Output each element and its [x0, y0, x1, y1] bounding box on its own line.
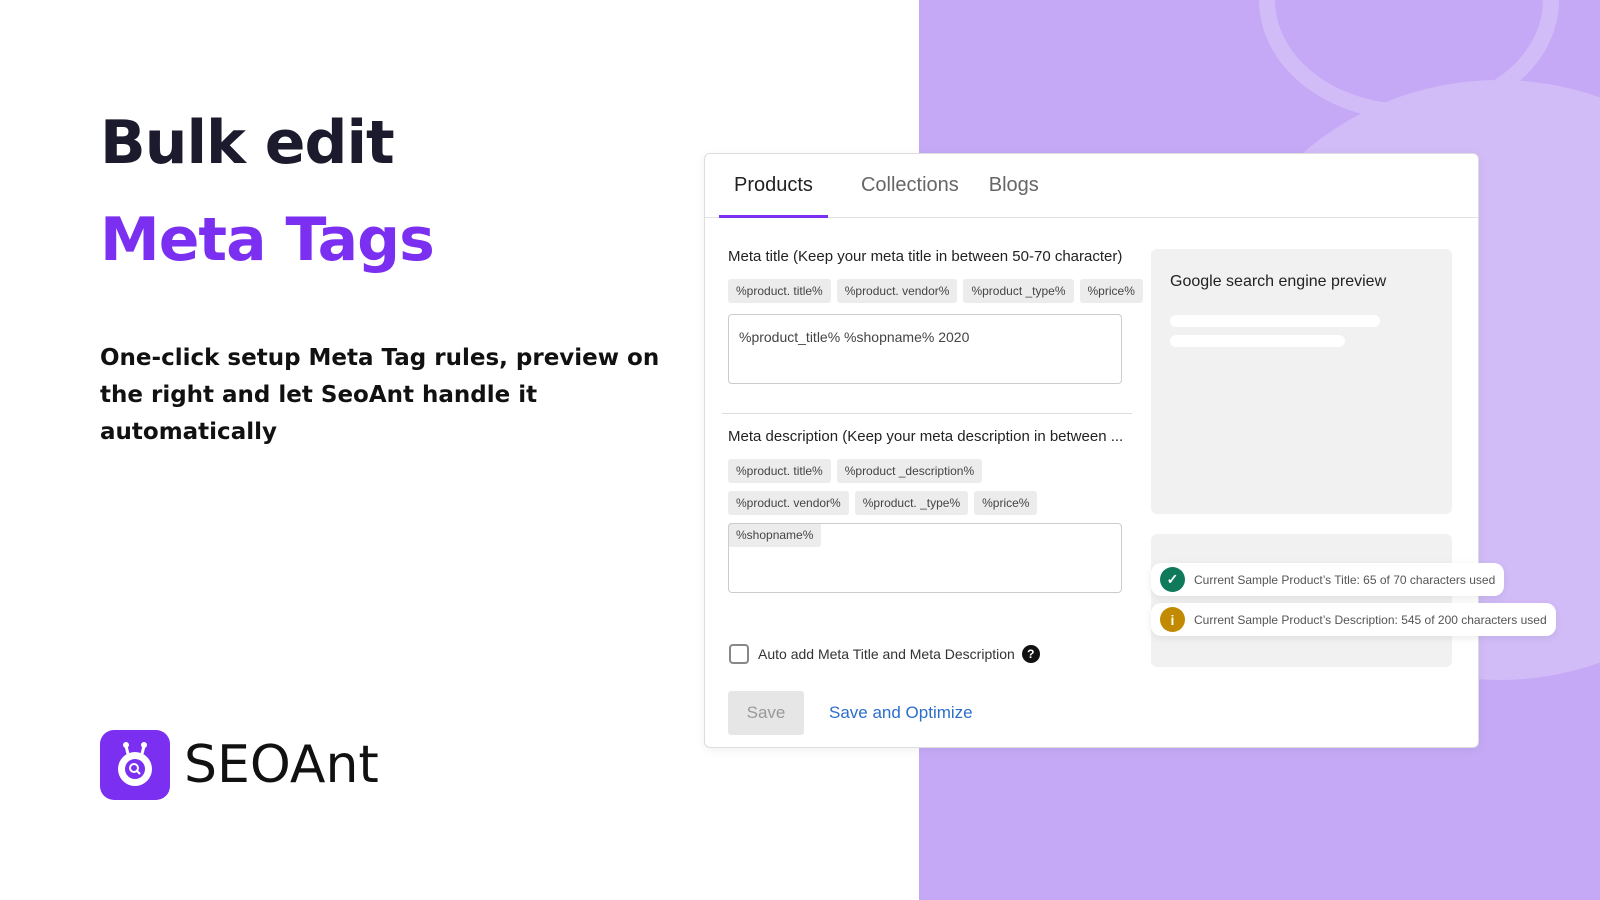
auto-add-option[interactable]: Auto add Meta Title and Meta Description…	[729, 644, 1040, 664]
headline: Bulk edit	[100, 108, 395, 178]
meta-description-input[interactable]	[728, 523, 1122, 593]
variable-chip[interactable]: %product. _type%	[854, 491, 969, 515]
variable-chip[interactable]: %product _type%	[963, 279, 1074, 303]
google-preview: Google search engine preview	[1151, 249, 1452, 514]
subtitle: One-click setup Meta Tag rules, preview …	[100, 345, 660, 445]
save-and-optimize-button[interactable]: Save and Optimize	[829, 703, 973, 723]
meta-title-variables: %product. title% %product. vendor% %prod…	[728, 279, 1143, 303]
title-status: ✓ Current Sample Product’s Title: 65 of …	[1151, 563, 1505, 596]
auto-add-checkbox[interactable]	[729, 644, 749, 664]
status-box	[1151, 534, 1452, 667]
tab-collections[interactable]: Collections	[846, 154, 974, 218]
description-status: i Current Sample Product’s Description: …	[1151, 603, 1556, 636]
tab-blogs[interactable]: Blogs	[974, 154, 1054, 218]
title-status-text: Current Sample Product’s Title: 65 of 70…	[1194, 572, 1496, 587]
preview-title: Google search engine preview	[1170, 273, 1387, 290]
check-icon: ✓	[1160, 567, 1185, 592]
tab-bar: Products Collections Blogs	[705, 154, 1478, 218]
info-icon: i	[1160, 607, 1185, 632]
tab-products[interactable]: Products	[719, 154, 828, 218]
variable-chip[interactable]: %product. vendor%	[836, 279, 958, 303]
variable-chip[interactable]: %product. title%	[728, 459, 831, 483]
brand-name: SEOAnt	[184, 735, 379, 795]
divider	[722, 413, 1132, 414]
meta-description-label: Meta description (Keep your meta descrip…	[728, 428, 1124, 445]
ant-logo-icon	[100, 730, 170, 800]
meta-tags-panel: Products Collections Blogs Meta title (K…	[704, 153, 1556, 748]
save-button[interactable]: Save	[728, 691, 804, 735]
preview-placeholder-line	[1170, 315, 1380, 327]
variable-chip[interactable]: %product. vendor%	[728, 491, 849, 515]
meta-title-input[interactable]: %product_title% %shopname% 2020	[728, 314, 1122, 384]
variable-chip[interactable]: %price%	[974, 491, 1038, 515]
brand-logo: SEOAnt	[100, 730, 379, 800]
variable-chip[interactable]: %price%	[1079, 279, 1143, 303]
variable-chip[interactable]: %product _description%	[836, 459, 983, 483]
preview-placeholder-line	[1170, 335, 1345, 347]
variable-chip[interactable]: %product. title%	[728, 279, 831, 303]
meta-title-label: Meta title (Keep your meta title in betw…	[728, 248, 1123, 265]
description-status-text: Current Sample Product’s Description: 54…	[1194, 612, 1547, 627]
help-icon[interactable]: ?	[1021, 645, 1040, 663]
headline-accent: Meta Tags	[100, 205, 435, 275]
auto-add-label: Auto add Meta Title and Meta Description	[758, 646, 1015, 662]
